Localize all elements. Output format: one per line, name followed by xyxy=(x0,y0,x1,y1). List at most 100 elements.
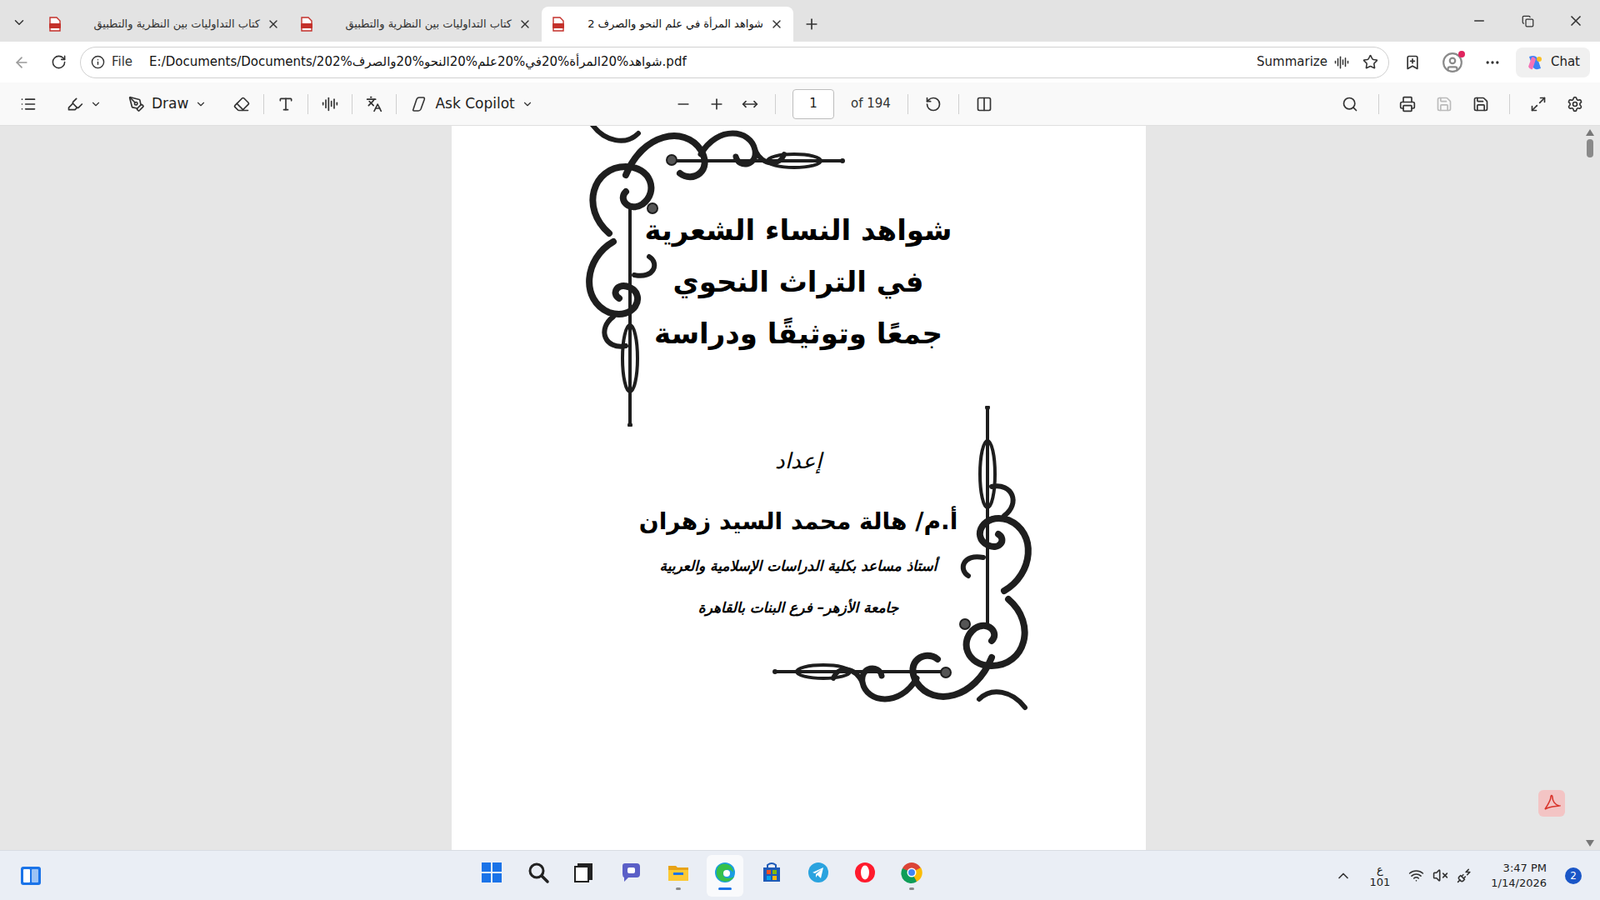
running-indicator xyxy=(718,887,732,890)
list-icon xyxy=(20,95,37,113)
affiliation-line: أستاذ مساعد بكلية الدراسات الإسلامية وال… xyxy=(660,549,938,583)
tray-overflow-button[interactable] xyxy=(1335,867,1352,885)
browser-tab[interactable]: شواهد المرأة في علم النحو والصرف 2 xyxy=(541,6,794,42)
url-text: E:/Documents/Documents/شواهد%20المرأة%20… xyxy=(139,52,1244,72)
quick-settings[interactable] xyxy=(1408,867,1473,884)
widgets-button[interactable] xyxy=(18,863,44,889)
date: 1/14/2026 xyxy=(1490,875,1547,891)
printer-icon xyxy=(1399,95,1416,113)
find-button[interactable] xyxy=(1341,95,1359,113)
taskbar-app[interactable] xyxy=(706,855,744,897)
favorite-star-icon[interactable] xyxy=(1362,54,1379,70)
close-icon xyxy=(1567,12,1585,30)
running-indicator xyxy=(675,887,681,890)
tab-title: كتاب التداوليات بين النظرية والتطبيق xyxy=(68,15,260,33)
widgets-icon xyxy=(19,864,43,888)
favorites-button[interactable] xyxy=(1395,47,1430,78)
taskbar-app[interactable] xyxy=(520,855,557,897)
chevron-up-icon xyxy=(1335,867,1352,885)
taskbar-app[interactable] xyxy=(613,855,650,897)
more-button[interactable] xyxy=(1475,47,1510,78)
vertical-scrollbar[interactable] xyxy=(1583,125,1597,850)
taskbar-app[interactable] xyxy=(893,855,930,897)
input-language[interactable]: ع101 xyxy=(1363,863,1398,889)
tab-title: كتاب التداوليات بين النظرية والتطبيق xyxy=(320,15,512,33)
back-arrow-icon xyxy=(13,54,30,71)
close-window-button[interactable] xyxy=(1551,4,1600,38)
two-page-icon xyxy=(975,95,993,113)
address-field[interactable]: FileE:/Documents/Documents/شواهد%20المرأ… xyxy=(80,46,1390,79)
save-as-button[interactable] xyxy=(1472,95,1490,113)
running-indicator xyxy=(909,887,915,890)
zoom-out-button[interactable] xyxy=(675,95,692,113)
highlight-button[interactable] xyxy=(66,95,102,113)
telegram-icon xyxy=(806,860,830,885)
chevron-down-icon xyxy=(521,98,534,110)
contents-button[interactable] xyxy=(16,95,40,113)
save-as-icon xyxy=(1472,95,1490,113)
refresh-button[interactable] xyxy=(43,47,74,78)
read-aloud-button[interactable] xyxy=(321,95,339,113)
notification-badge[interactable]: 2 xyxy=(1565,867,1582,885)
page-view-button[interactable] xyxy=(975,95,993,113)
close-tab-icon[interactable] xyxy=(518,17,532,31)
new-tab-button[interactable] xyxy=(793,6,830,42)
copilot-chat-button[interactable]: Chat xyxy=(1515,47,1590,78)
summarize-icon xyxy=(1334,55,1350,70)
more-icon xyxy=(1484,54,1501,71)
edge-icon xyxy=(713,860,737,885)
scrollbar-thumb[interactable] xyxy=(1586,139,1594,158)
system-tray: ع101 3:47 PM1/14/2026 2 xyxy=(1335,860,1583,891)
translate-button[interactable] xyxy=(365,95,383,113)
fullscreen-icon xyxy=(1530,95,1547,113)
page-number-field[interactable]: 1 xyxy=(792,89,835,120)
taskbar-app[interactable] xyxy=(753,855,790,897)
minimize-button[interactable] xyxy=(1455,4,1504,38)
zoom-in-button[interactable] xyxy=(708,95,725,113)
scroll-up-icon[interactable] xyxy=(1585,129,1595,136)
taskbar-app[interactable] xyxy=(566,855,604,897)
profile-button[interactable] xyxy=(1435,47,1470,78)
erase-button[interactable] xyxy=(233,95,250,113)
browser-tab[interactable]: كتاب التداوليات بين النظرية والتطبيق xyxy=(38,6,290,42)
ask-copilot-button[interactable]: Ask Copilot xyxy=(410,93,533,115)
rotate-button[interactable] xyxy=(925,95,942,113)
taskbar-app[interactable] xyxy=(846,855,884,897)
taskbar: ع101 3:47 PM1/14/2026 2 xyxy=(0,850,1600,900)
tab-list-button[interactable] xyxy=(0,5,39,40)
settings-button[interactable] xyxy=(1566,95,1584,113)
acrobat-button[interactable] xyxy=(1538,790,1565,817)
back-button[interactable] xyxy=(6,47,37,78)
read-aloud-icon xyxy=(321,95,339,113)
acrobat-icon xyxy=(1542,794,1561,813)
document-title-line: في التراث النحوي xyxy=(673,255,925,308)
opera-icon xyxy=(853,860,877,885)
close-tab-icon[interactable] xyxy=(266,17,280,31)
draw-button[interactable]: Draw xyxy=(128,93,207,115)
fullscreen-button[interactable] xyxy=(1530,95,1547,113)
author-name: أ.م/ هالة محمد السيد زهران xyxy=(639,505,959,539)
print-button[interactable] xyxy=(1399,95,1416,113)
taskbar-app[interactable] xyxy=(473,855,510,897)
fit-width-button[interactable] xyxy=(741,95,759,113)
scroll-down-icon[interactable] xyxy=(1585,840,1595,847)
browser-tab[interactable]: كتاب التداوليات بين النظرية والتطبيق xyxy=(290,6,542,42)
taskbar-app[interactable] xyxy=(660,855,697,897)
plus-icon xyxy=(708,95,725,113)
running-indicator xyxy=(769,887,775,890)
restore-button[interactable] xyxy=(1503,4,1552,38)
summarize-button[interactable]: Summarize xyxy=(1250,52,1356,72)
fit-width-icon xyxy=(741,95,759,113)
chevron-down-icon xyxy=(11,15,27,30)
text-box-icon xyxy=(277,95,295,113)
text-button[interactable] xyxy=(277,95,295,113)
save-button[interactable] xyxy=(1435,95,1453,113)
close-tab-icon[interactable] xyxy=(770,17,784,31)
taskbar-app[interactable] xyxy=(800,855,837,897)
affiliation-line: جامعة الأزهر– فرع البنات بالقاهرة xyxy=(698,590,899,625)
eraser-icon xyxy=(233,95,250,113)
tab-strip: كتاب التداوليات بين النظرية والتطبيق كتاب… xyxy=(0,0,1600,42)
search-icon xyxy=(1341,95,1359,113)
plus-icon xyxy=(803,15,820,33)
clock[interactable]: 3:47 PM1/14/2026 xyxy=(1484,860,1554,891)
